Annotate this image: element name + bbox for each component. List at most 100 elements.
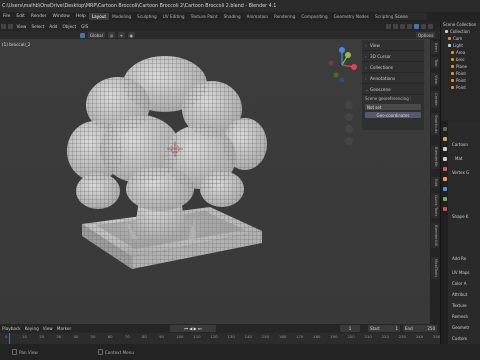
outliner-row[interactable]: Point — [441, 84, 480, 91]
timeline-area[interactable]: 0 10 20 30 40 50 60 70 80 90 100 110 120 130 140 150 160… — [0, 333, 440, 344]
menu-object[interactable]: Object — [60, 24, 79, 29]
props-panel-header[interactable]: Custom — [452, 336, 467, 341]
sidebar-tab-blendergis[interactable]: BlenderGIS — [431, 223, 439, 249]
grid-view-icon[interactable] — [345, 137, 353, 145]
sidebar-tab-maxitools[interactable]: MaxiTools — [431, 257, 439, 280]
sidebar-tab-edit[interactable]: Edit — [431, 177, 439, 189]
outliner-row[interactable]: Collection — [441, 28, 480, 35]
georef-status-field[interactable]: Not set — [365, 104, 421, 110]
end-frame-field[interactable]: End 250 — [403, 325, 437, 332]
tab-modeling[interactable]: Modeling — [109, 13, 134, 20]
outliner-row[interactable]: Point — [441, 77, 480, 84]
panel-geoscene[interactable]: ⌄ Geoscene — [362, 84, 424, 95]
props-panel-header[interactable]: Texture — [452, 303, 467, 308]
props-panel-header[interactable]: Geometr — [452, 325, 470, 330]
tool-tab-icon[interactable] — [442, 127, 447, 131]
tab-animation[interactable]: Animation — [244, 13, 271, 20]
playhead[interactable] — [9, 333, 10, 344]
solid-shading-icon[interactable] — [414, 23, 419, 29]
object-name-field[interactable]: Cartoon — [452, 142, 468, 147]
menu-gis[interactable]: GIS — [79, 24, 91, 29]
mode-icon[interactable] — [8, 23, 13, 29]
tab-sculpting[interactable]: Sculpting — [134, 13, 160, 20]
modifier-tab-icon[interactable] — [442, 187, 447, 191]
menu-view[interactable]: View — [14, 24, 29, 29]
rendered-shading-icon[interactable] — [428, 23, 433, 29]
sidebar-tab-item[interactable]: Item — [431, 41, 439, 54]
xray-icon[interactable] — [407, 23, 412, 29]
sidebar-tab-quick-tools[interactable]: Quick Tools — [431, 193, 439, 219]
material-tab-icon[interactable] — [442, 207, 447, 211]
sidebar-tab-shortcuts[interactable]: Shortcuts — [431, 113, 439, 136]
timeline-tick-label: 230 — [398, 334, 406, 339]
props-panel-header[interactable]: UV Maps — [452, 270, 469, 275]
tab-geometry-nodes[interactable]: Geometry Nodes — [331, 13, 372, 20]
menu-add[interactable]: Add — [47, 24, 60, 29]
pan-hand-icon[interactable] — [345, 113, 353, 121]
menu-render[interactable]: Render — [28, 14, 50, 19]
material-shading-icon[interactable] — [421, 23, 426, 29]
props-panel-header[interactable]: Remesh — [452, 314, 468, 319]
proportional-edit-toggle[interactable]: ◉ — [127, 32, 136, 38]
tab-compositing[interactable]: Compositing — [298, 13, 330, 20]
panel-annotations[interactable]: › Annotations — [362, 73, 424, 84]
visibility-icon[interactable] — [386, 23, 391, 29]
menu-file[interactable]: File — [0, 14, 13, 19]
sidebar-tab-blenderkit[interactable]: BlenderKit — [431, 145, 439, 169]
world-tab-icon[interactable] — [442, 167, 447, 171]
render-tab-icon[interactable] — [442, 137, 447, 141]
editor-type-icon[interactable] — [1, 23, 6, 29]
outliner-row[interactable]: Area — [441, 49, 480, 56]
navigation-gizmo[interactable] — [322, 45, 362, 85]
start-frame-field[interactable]: Start 1 — [368, 325, 400, 332]
timeline-menu-playback[interactable]: Playback — [0, 326, 23, 331]
props-panel-header[interactable]: Vertex G — [452, 170, 469, 175]
outliner-row[interactable]: Plane — [441, 63, 480, 70]
panel-collections[interactable]: › Collections — [362, 62, 424, 73]
camera-view-icon[interactable] — [345, 125, 353, 133]
panel-view[interactable]: › View — [362, 40, 424, 51]
snap-toggle[interactable]: ⌖ — [118, 32, 125, 38]
geo-coordinates-button[interactable]: Geo-coordinates — [365, 112, 421, 118]
scene-selector[interactable]: Scene — [393, 13, 427, 20]
output-tab-icon[interactable] — [442, 147, 447, 151]
timeline-menu-keying[interactable]: Keying — [23, 326, 41, 331]
tab-uv-editing[interactable]: UV Editing — [160, 13, 188, 20]
tab-texture-paint[interactable]: Texture Paint — [188, 13, 221, 20]
timeline-menu-view[interactable]: View — [41, 326, 55, 331]
scene-tab-icon[interactable] — [442, 157, 447, 161]
tab-shading[interactable]: Shading — [221, 13, 244, 20]
sidebar-tab-view[interactable]: View — [431, 73, 439, 87]
panel-3d-cursor[interactable]: › 3D Cursor — [362, 51, 424, 62]
outliner-row[interactable]: broc — [441, 56, 480, 63]
outliner-row[interactable]: Light — [441, 42, 480, 49]
props-panel-header[interactable]: Attribut — [452, 292, 467, 297]
outliner-row[interactable]: Scene Collection — [441, 21, 480, 28]
props-panel-header[interactable]: Shape K — [452, 214, 468, 219]
props-button[interactable]: Add Re — [452, 256, 466, 261]
gizmo-icon[interactable] — [393, 23, 398, 29]
playback-controls[interactable]: ⏮ ◀ ▶ ⏭ — [170, 325, 216, 332]
zoom-icon[interactable] — [345, 101, 353, 109]
timeline-tick-label: 200 — [347, 334, 355, 339]
tab-layout[interactable]: Layout — [88, 13, 110, 20]
props-panel-header[interactable]: Color A — [452, 281, 466, 286]
transform-orientation-dropdown[interactable]: Global — [88, 32, 105, 38]
object-tab-icon[interactable] — [442, 177, 447, 181]
tool-icon[interactable] — [80, 32, 85, 38]
sidebar-tab-tool[interactable]: Tool — [431, 57, 439, 69]
tab-rendering[interactable]: Rendering — [271, 13, 298, 20]
outliner-row[interactable]: Cam — [441, 35, 480, 42]
data-tab-icon[interactable] — [442, 197, 447, 201]
current-frame-field[interactable]: 1 — [340, 325, 360, 332]
options-dropdown[interactable]: Options — [416, 32, 436, 38]
timeline-menu-marker[interactable]: Marker — [55, 326, 73, 331]
outliner-row[interactable]: Point — [441, 70, 480, 77]
overlay-icon[interactable] — [400, 23, 405, 29]
menu-help[interactable]: Help — [73, 14, 89, 19]
menu-select[interactable]: Select — [29, 24, 47, 29]
sidebar-tab-create[interactable]: Create — [431, 91, 439, 108]
pivot-dropdown[interactable]: ◎ — [107, 32, 116, 38]
menu-edit[interactable]: Edit — [13, 14, 28, 19]
menu-window[interactable]: Window — [50, 14, 73, 19]
